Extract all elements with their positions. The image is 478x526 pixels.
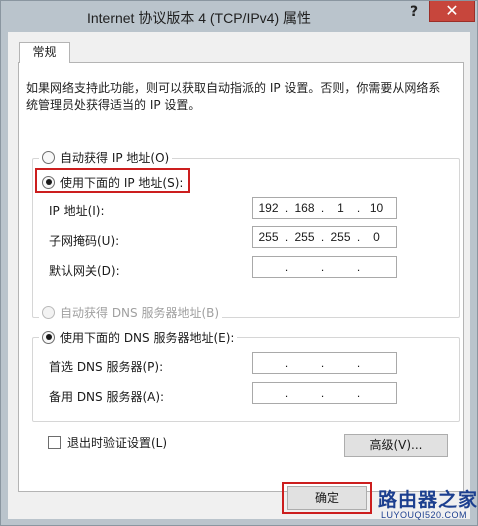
ip-octet[interactable]: 1 (325, 201, 356, 215)
tab-general[interactable]: 常规 (19, 42, 70, 63)
octet-separator: . (356, 356, 361, 370)
manual-dns-radio[interactable]: 使用下面的 DNS 服务器地址(E): (39, 328, 238, 346)
help-button[interactable]: ? (399, 1, 429, 23)
octet-separator: . (284, 386, 289, 400)
octet-separator: . (320, 386, 325, 400)
octet-separator: . (320, 260, 325, 274)
manual-dns-radio-circle[interactable] (42, 330, 55, 344)
window-title: Internet 协议版本 4 (TCP/IPv4) 属性 (86, 10, 312, 26)
ip-address-label: IP 地址(I): (49, 204, 105, 218)
ip-address-input[interactable]: 192. 168. 1. 10 (252, 197, 397, 219)
octet-separator: . (356, 260, 361, 274)
close-button[interactable]: ✕ (429, 1, 475, 22)
manual-ip-radio[interactable]: 使用下面的 IP 地址(S): (39, 173, 187, 191)
title-bar[interactable]: Internet 协议版本 4 (TCP/IPv4) 属性 ? ✕ (1, 1, 477, 33)
auto-ip-radio-circle[interactable] (42, 150, 55, 164)
alternate-dns-label: 备用 DNS 服务器(A): (49, 390, 165, 404)
advanced-button[interactable]: 高级(V)... (344, 434, 448, 457)
ip-octet[interactable]: 255 (325, 230, 356, 244)
validate-checkbox-box[interactable] (48, 436, 61, 449)
ip-octet[interactable]: 10 (361, 201, 392, 215)
octet-separator: . (356, 386, 361, 400)
preferred-dns-input[interactable]: . . . (252, 352, 397, 374)
ip-octet[interactable]: 192 (253, 201, 284, 215)
dns-settings-group (32, 337, 460, 422)
ok-button[interactable]: 确定 (287, 486, 367, 510)
validate-label: 退出时验证设置(L) (67, 436, 168, 450)
octet-separator: . (284, 260, 289, 274)
watermark-logo-text: 路由器之家 (378, 489, 478, 511)
auto-dns-label: 自动获得 DNS 服务器地址(B) (60, 305, 220, 320)
ip-octet[interactable]: 255 (289, 230, 320, 244)
octet-separator: . (284, 356, 289, 370)
subnet-mask-label: 子网掩码(U): (49, 234, 120, 248)
auto-dns-radio[interactable]: 自动获得 DNS 服务器地址(B) (39, 303, 223, 321)
validate-on-exit-checkbox[interactable]: 退出时验证设置(L) (48, 434, 167, 451)
ip-octet[interactable]: 0 (361, 230, 392, 244)
auto-ip-label: 自动获得 IP 地址(O) (60, 150, 170, 165)
ip-octet[interactable]: 168 (289, 201, 320, 215)
site-watermark: 路由器之家 LUYOUQI520.COM (378, 485, 478, 525)
manual-ip-radio-circle[interactable] (42, 175, 55, 189)
preferred-dns-label: 首选 DNS 服务器(P): (49, 360, 164, 374)
dialog-client: 常规 如果网络支持此功能，则可以获取自动指派的 IP 设置。否则，你需要从网络系… (8, 32, 470, 519)
manual-dns-label: 使用下面的 DNS 服务器地址(E): (60, 330, 235, 345)
gateway-label: 默认网关(D): (49, 264, 120, 278)
auto-ip-radio[interactable]: 自动获得 IP 地址(O) (39, 148, 173, 166)
ip-octet[interactable]: 255 (253, 230, 284, 244)
properties-dialog: Internet 协议版本 4 (TCP/IPv4) 属性 ? ✕ 常规 如果网… (0, 0, 478, 526)
manual-ip-label: 使用下面的 IP 地址(S): (60, 175, 184, 190)
subnet-mask-input[interactable]: 255. 255. 255. 0 (252, 226, 397, 248)
auto-dns-radio-circle[interactable] (42, 305, 55, 319)
description-text: 如果网络支持此功能，则可以获取自动指派的 IP 设置。否则，你需要从网络系统管理… (26, 81, 441, 112)
gateway-input[interactable]: . . . (252, 256, 397, 278)
alternate-dns-input[interactable]: . . . (252, 382, 397, 404)
watermark-url: LUYOUQI520.COM (381, 510, 468, 520)
octet-separator: . (320, 356, 325, 370)
